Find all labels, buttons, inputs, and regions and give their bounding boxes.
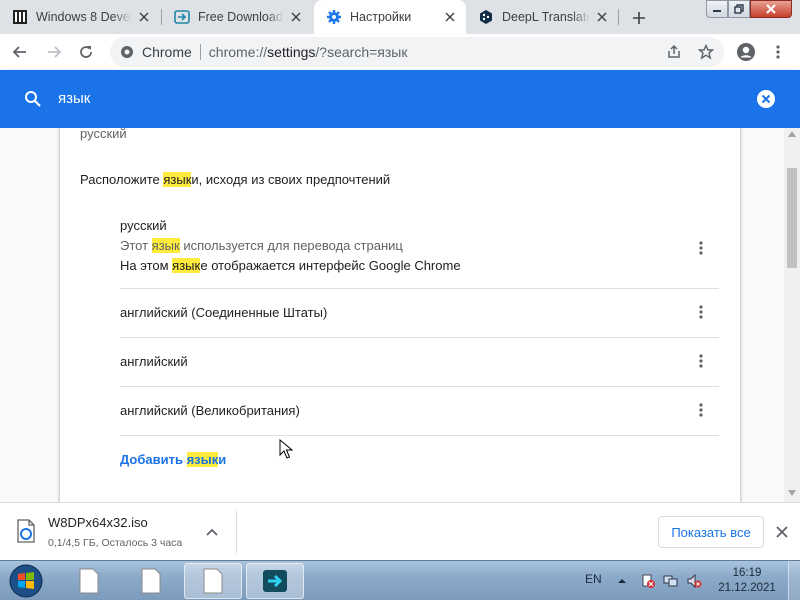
url-text: chrome://settings/?search=язык — [208, 44, 408, 60]
close-icon[interactable] — [442, 9, 458, 25]
taskbar-app-fdm[interactable] — [246, 563, 304, 599]
window-close-button[interactable] — [750, 0, 792, 18]
settings-content: русский Расположите языки, исходя из сво… — [0, 128, 784, 502]
windows-taskbar: EN 16:19 21.12.2021 — [0, 560, 800, 601]
show-hidden-icons-icon[interactable] — [614, 573, 630, 589]
scroll-down-icon[interactable] — [788, 490, 796, 496]
star-icon[interactable] — [698, 44, 714, 60]
system-clock[interactable]: 16:19 21.12.2021 — [712, 566, 782, 596]
back-button[interactable] — [6, 38, 34, 66]
language-options-button[interactable] — [689, 236, 713, 260]
chevron-up-icon[interactable] — [206, 528, 218, 536]
document-icon — [140, 568, 162, 594]
show-desktop-button[interactable] — [788, 561, 800, 601]
input-language-indicator[interactable]: EN — [585, 572, 602, 586]
close-icon[interactable] — [594, 9, 610, 25]
tab-deepl[interactable]: DeepL Translate — [466, 0, 618, 34]
arrow-left-icon — [12, 44, 28, 60]
taskbar-app-document[interactable] — [122, 563, 180, 599]
address-bar[interactable]: Chrome chrome://settings/?search=язык — [110, 37, 724, 67]
volume-muted-icon[interactable] — [686, 573, 702, 589]
language-options-button[interactable] — [689, 349, 713, 373]
close-icon[interactable] — [288, 9, 304, 25]
language-name: английский (Великобритания) — [120, 403, 300, 418]
tab-windows8[interactable]: Windows 8 Developer — [0, 0, 160, 34]
minimize-button[interactable] — [706, 0, 728, 18]
language-options-button[interactable] — [689, 398, 713, 422]
language-ui-note: На этом языке отображается интерфейс Goo… — [120, 258, 461, 273]
close-icon[interactable] — [136, 9, 152, 25]
kebab-menu-icon — [699, 353, 703, 369]
close-icon — [765, 4, 777, 14]
close-icon[interactable] — [776, 526, 788, 538]
language-name: английский (Соединенные Штаты) — [120, 305, 328, 320]
avatar-icon — [736, 42, 756, 62]
restore-icon — [734, 4, 744, 14]
start-button[interactable] — [4, 563, 48, 599]
tab-settings[interactable]: Настройки — [314, 0, 466, 34]
clear-search-icon[interactable] — [756, 89, 776, 109]
menu-button[interactable] — [764, 38, 792, 66]
deepl-icon — [478, 9, 494, 25]
download-status: 0,1/4,5 ГБ, Осталось 3 часа — [48, 537, 183, 549]
current-language: русский — [80, 128, 127, 141]
file-icon — [16, 519, 36, 543]
kebab-menu-icon — [776, 44, 780, 60]
kebab-menu-icon — [699, 304, 703, 320]
search-input[interactable]: язык — [58, 90, 90, 107]
download-filename[interactable]: W8DPx64x32.iso — [48, 515, 148, 530]
language-name: русский — [120, 218, 167, 233]
search-icon — [24, 90, 42, 108]
clock-date: 21.12.2021 — [718, 582, 776, 594]
network-icon[interactable] — [663, 573, 679, 589]
chrome-logo-icon — [120, 45, 134, 59]
show-all-downloads-button[interactable]: Показать все — [658, 516, 764, 548]
tab-title: DeepL Translate — [502, 10, 590, 24]
document-icon — [78, 568, 100, 594]
mouse-cursor-icon — [279, 439, 293, 459]
tab-strip: Windows 8 Developer Free Download Manage… — [0, 0, 800, 34]
minimize-icon — [712, 5, 722, 13]
gear-icon — [326, 9, 342, 25]
restore-button[interactable] — [728, 0, 750, 18]
tab-title: Настройки — [350, 10, 412, 24]
share-icon[interactable] — [666, 44, 682, 60]
tab-title: Free Download Manager — [198, 10, 284, 24]
action-center-icon[interactable] — [640, 573, 656, 589]
document-icon — [202, 568, 224, 594]
taskbar-app-notepad[interactable] — [60, 563, 118, 599]
browser-toolbar: Chrome chrome://settings/?search=язык — [0, 34, 800, 70]
reload-button[interactable] — [72, 38, 100, 66]
tab-free-download[interactable]: Free Download Manager — [162, 0, 312, 34]
kebab-menu-icon — [699, 240, 703, 256]
arrow-right-icon — [46, 44, 62, 60]
settings-search-bar: язык — [0, 70, 800, 128]
scrollbar-thumb[interactable] — [787, 168, 797, 268]
fdm-icon — [261, 567, 289, 595]
language-name: английский — [120, 354, 188, 369]
page-scrollbar[interactable] — [784, 128, 800, 502]
clock-time: 16:19 — [732, 567, 762, 579]
windows-logo-icon — [9, 564, 43, 598]
scroll-up-icon[interactable] — [788, 131, 796, 137]
forward-button[interactable] — [40, 38, 68, 66]
language-options-button[interactable] — [689, 300, 713, 324]
reload-icon — [78, 44, 94, 60]
kebab-menu-icon — [699, 402, 703, 418]
new-tab-button[interactable] — [628, 7, 650, 29]
taskbar-app-chrome-active[interactable] — [184, 563, 242, 599]
book-icon — [12, 9, 28, 25]
fdm-icon — [174, 9, 190, 25]
add-languages-link[interactable]: Добавить языки — [120, 452, 226, 467]
order-languages-heading: Расположите языки, исходя из своих предп… — [80, 172, 391, 187]
profile-button[interactable] — [732, 38, 760, 66]
language-translate-note: Этот язык используется для перевода стра… — [120, 238, 403, 253]
omnibox-chip: Chrome — [142, 44, 192, 60]
download-shelf: W8DPx64x32.iso 0,1/4,5 ГБ, Осталось 3 ча… — [0, 502, 800, 560]
tab-title: Windows 8 Developer — [36, 10, 132, 24]
plus-icon — [632, 11, 646, 25]
